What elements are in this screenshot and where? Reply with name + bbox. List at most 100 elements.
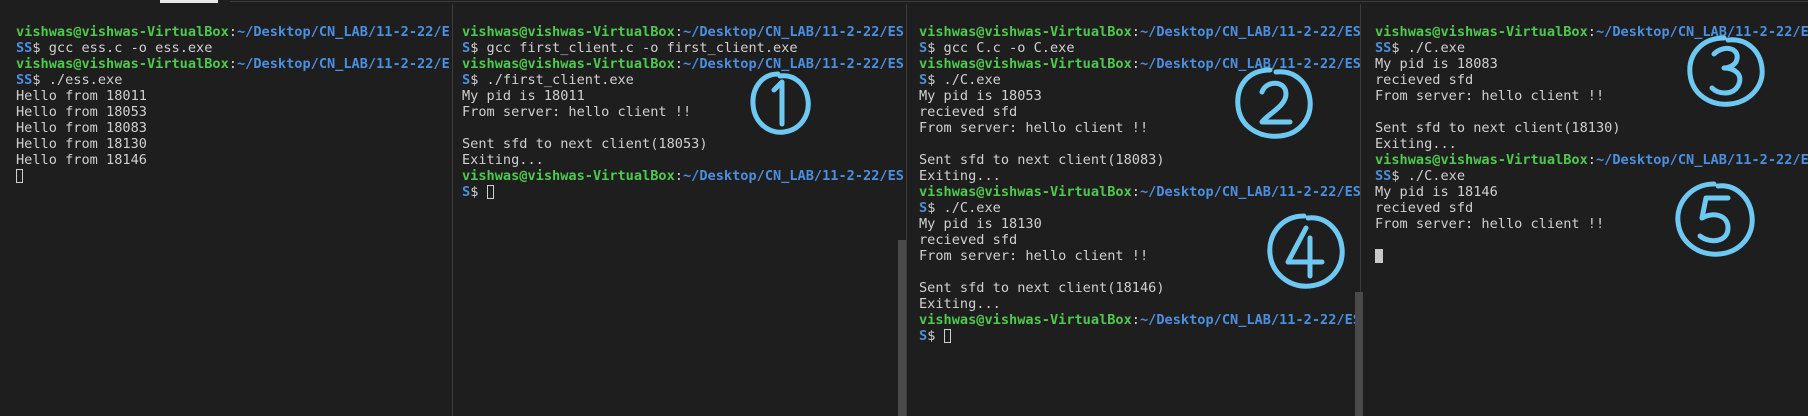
command-line-active: S$ <box>462 184 906 200</box>
command-text: $ <box>927 328 944 344</box>
terminal-pane-first-client[interactable]: vishwas@vishwas-VirtualBox:~/Desktop/CN_… <box>452 4 906 416</box>
command-text: $ ./ess.exe <box>32 72 123 88</box>
prompt-path-wrap: S <box>462 184 471 200</box>
output-line: Hello from 18011 <box>16 88 147 104</box>
prompt-path-wrap: SS <box>1375 168 1392 184</box>
annotation-1 <box>750 71 811 135</box>
prompt-separator: : <box>1131 312 1140 328</box>
prompt-path-wrap: SS <box>1375 40 1392 56</box>
annotation-5 <box>1675 181 1755 257</box>
prompt-line: vishwas@vishwas-VirtualBox:~/Desktop/CN_… <box>919 184 1360 200</box>
command-text: $ ./C.exe <box>927 200 1001 216</box>
annotation-3 <box>1687 35 1765 107</box>
terminal-cursor[interactable] <box>486 185 494 199</box>
prompt-line: vishwas@vishwas-VirtualBox:~/Desktop/CN_… <box>16 56 452 72</box>
prompt-line: vishwas@vishwas-VirtualBox:~/Desktop/CN_… <box>462 56 906 72</box>
tab-separator-line <box>230 1 1808 2</box>
prompt-path-wrap: S <box>919 200 928 216</box>
output-line: My pid is 18011 <box>462 88 585 104</box>
prompt-user-host: vishwas@vishwas-VirtualBox <box>462 24 675 40</box>
prompt-line: vishwas@vishwas-VirtualBox:~/Desktop/CN_… <box>462 168 906 184</box>
prompt-separator: : <box>674 24 683 40</box>
output-line: Exiting... <box>919 296 1001 312</box>
terminal-cursor[interactable] <box>16 169 23 183</box>
command-text: $ ./C.exe <box>1391 168 1466 184</box>
prompt-path: ~/Desktop/CN_LAB/11-2-22/E <box>1595 152 1808 168</box>
pane-divider[interactable] <box>906 4 907 416</box>
prompt-user-host: vishwas@vishwas-VirtualBox <box>462 56 675 72</box>
output-line: From server: hello client !! <box>462 104 692 120</box>
prompt-separator: : <box>674 168 683 184</box>
prompt-user-host: vishwas@vishwas-VirtualBox <box>16 56 229 72</box>
prompt-user-host: vishwas@vishwas-VirtualBox <box>1375 24 1588 40</box>
cursor-line <box>16 168 452 184</box>
prompt-path: ~/Desktop/CN_LAB/11-2-22/ES <box>682 168 904 184</box>
prompt-path: ~/Desktop/CN_LAB/11-2-22/ES <box>1139 24 1360 40</box>
output-line: Hello from 18146 <box>16 152 147 168</box>
prompt-path: ~/Desktop/CN_LAB/11-2-22/E <box>236 24 450 40</box>
prompt-path-wrap: S <box>919 72 928 88</box>
prompt-path-wrap: SS <box>16 40 33 56</box>
prompt-separator: : <box>228 56 237 72</box>
command-text: $ ./C.exe <box>927 72 1001 88</box>
command-line: SS$ ./ess.exe <box>16 72 452 88</box>
command-line: SS$ gcc ess.c -o ess.exe <box>16 40 452 56</box>
prompt-path-wrap: S <box>919 328 928 344</box>
prompt-user-host: vishwas@vishwas-VirtualBox <box>1375 152 1588 168</box>
command-text: $ gcc ess.c -o ess.exe <box>32 40 213 56</box>
command-text: $ ./first_client.exe <box>470 72 634 88</box>
prompt-separator: : <box>1131 24 1140 40</box>
command-line: S$ gcc first_client.c -o first_client.ex… <box>462 40 906 56</box>
prompt-separator: : <box>228 24 237 40</box>
output-line: Exiting... <box>462 152 544 168</box>
command-text: $ gcc first_client.c -o first_client.exe <box>470 40 798 56</box>
terminal-cursor[interactable] <box>943 329 951 343</box>
annotation-2 <box>1235 67 1313 139</box>
output-line: Sent sfd to next client(18130) <box>1375 120 1621 136</box>
output-line: Hello from 18053 <box>16 104 147 120</box>
annotation-4 <box>1267 213 1345 289</box>
command-text: $ <box>470 184 487 200</box>
command-text: $ ./C.exe <box>1391 40 1466 56</box>
output-line: Exiting... <box>919 168 1001 184</box>
terminal-pane-server[interactable]: vishwas@vishwas-VirtualBox:~/Desktop/CN_… <box>0 4 452 416</box>
prompt-separator: : <box>674 56 683 72</box>
prompt-separator: : <box>1131 184 1140 200</box>
prompt-separator: : <box>1587 152 1596 168</box>
prompt-path: ~/Desktop/CN_LAB/11-2-22/ES <box>1139 312 1360 328</box>
output-line: Sent sfd to next client(18083) <box>919 152 1165 168</box>
prompt-path: ~/Desktop/CN_LAB/11-2-22/E <box>236 56 450 72</box>
prompt-user-host: vishwas@vishwas-VirtualBox <box>16 24 229 40</box>
prompt-line: vishwas@vishwas-VirtualBox:~/Desktop/CN_… <box>16 24 452 40</box>
command-line: S$ gcc C.c -o C.exe <box>919 40 1360 56</box>
prompt-user-host: vishwas@vishwas-VirtualBox <box>462 168 675 184</box>
command-text: $ gcc C.c -o C.exe <box>927 40 1075 56</box>
prompt-separator: : <box>1131 56 1140 72</box>
prompt-line: vishwas@vishwas-VirtualBox:~/Desktop/CN_… <box>1375 152 1808 168</box>
prompt-separator: : <box>1587 24 1596 40</box>
prompt-path-wrap: SS <box>16 72 33 88</box>
terminal-cursor[interactable] <box>1375 249 1383 263</box>
prompt-user-host: vishwas@vishwas-VirtualBox <box>919 56 1132 72</box>
prompt-line: vishwas@vishwas-VirtualBox:~/Desktop/CN_… <box>919 24 1360 40</box>
command-line: S$ ./first_client.exe <box>462 72 906 88</box>
scrollbar-thumb[interactable] <box>1355 292 1363 416</box>
scrollbar-thumb[interactable] <box>898 240 906 416</box>
prompt-line: vishwas@vishwas-VirtualBox:~/Desktop/CN_… <box>462 24 906 40</box>
output-line: Exiting... <box>1375 136 1457 152</box>
prompt-path-wrap: S <box>919 40 928 56</box>
prompt-line: vishwas@vishwas-VirtualBox:~/Desktop/CN_… <box>919 312 1360 328</box>
prompt-path-wrap: S <box>462 40 471 56</box>
prompt-user-host: vishwas@vishwas-VirtualBox <box>919 24 1132 40</box>
output-line: Hello from 18130 <box>16 136 147 152</box>
prompt-user-host: vishwas@vishwas-VirtualBox <box>919 312 1132 328</box>
prompt-path-wrap: S <box>462 72 471 88</box>
prompt-path: ~/Desktop/CN_LAB/11-2-22/ES <box>682 24 904 40</box>
command-line-active: S$ <box>919 328 1360 344</box>
prompt-path: ~/Desktop/CN_LAB/11-2-22/ES <box>1139 184 1360 200</box>
prompt-user-host: vishwas@vishwas-VirtualBox <box>919 184 1132 200</box>
active-tab-indicator[interactable] <box>160 0 218 3</box>
output-line: Hello from 18083 <box>16 120 147 136</box>
pane-divider[interactable] <box>452 4 453 416</box>
